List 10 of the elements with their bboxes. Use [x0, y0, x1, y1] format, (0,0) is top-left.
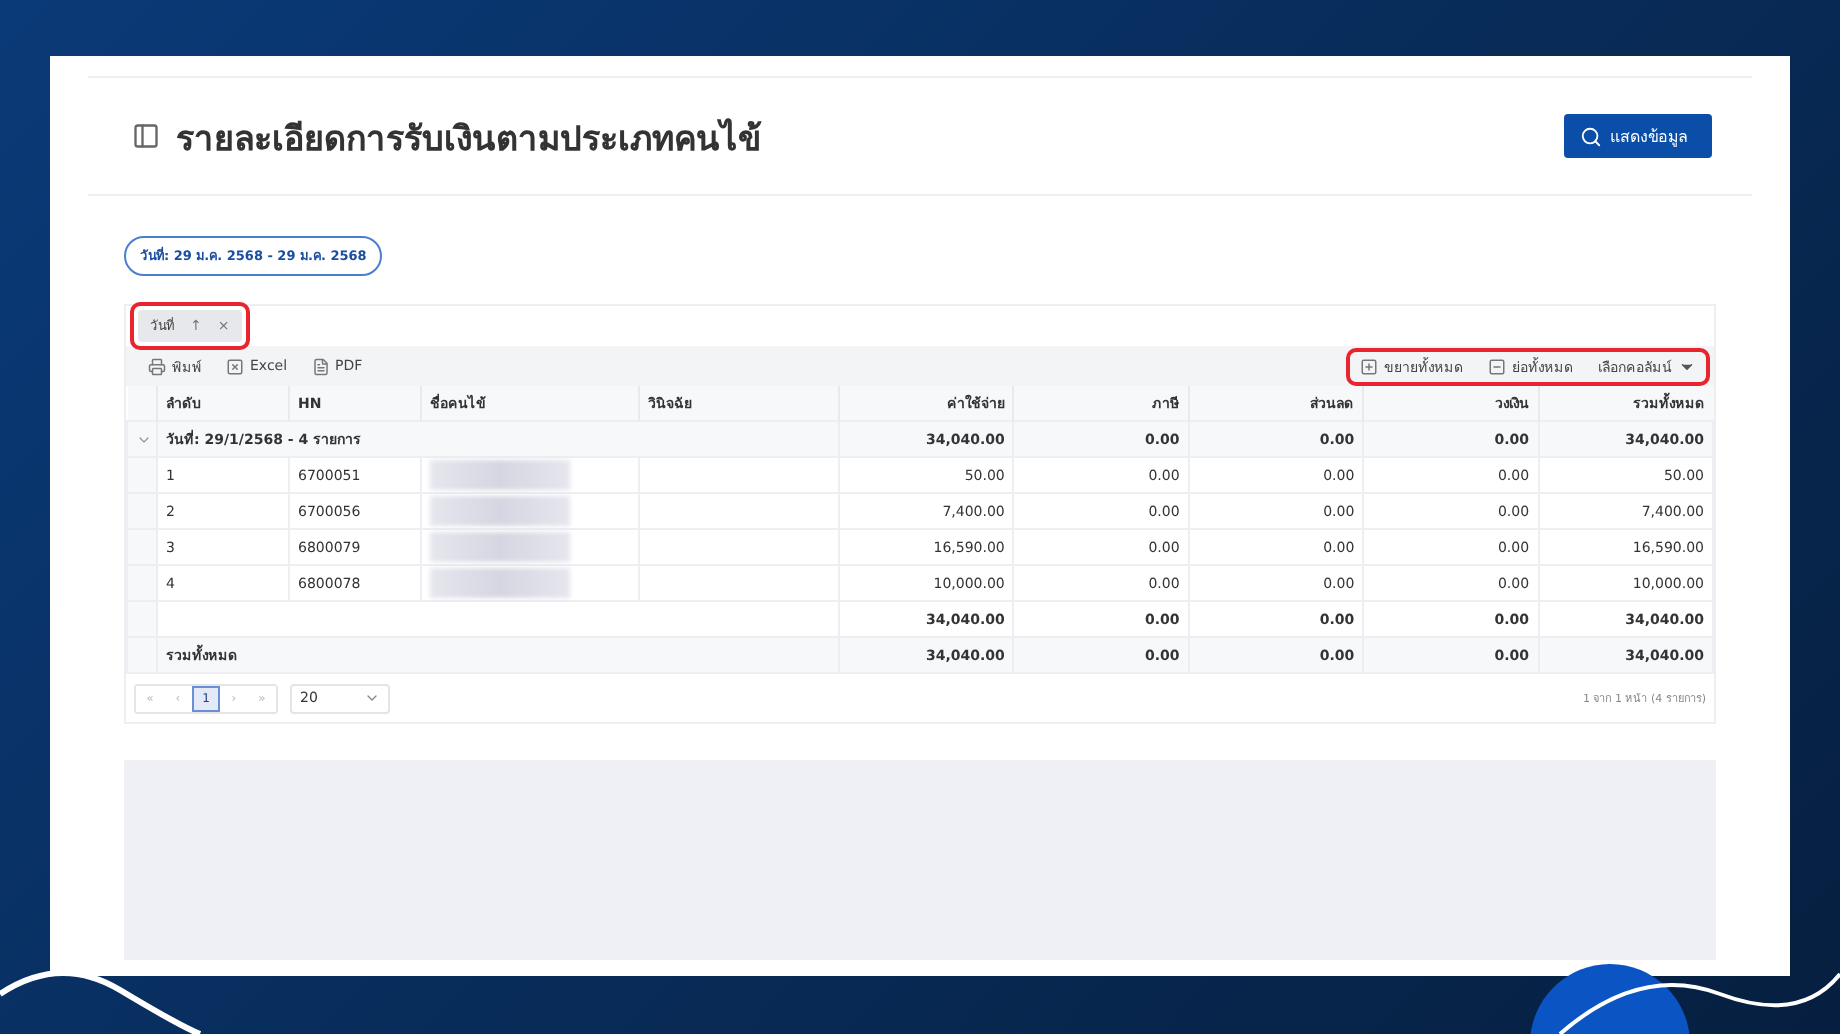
pdf-file-icon: [311, 357, 330, 375]
collapse-all-icon: [1488, 357, 1506, 375]
excel-file-icon: [226, 357, 244, 375]
chevron-icon: [364, 690, 380, 706]
search-icon: [1580, 125, 1602, 147]
page-title: รายละเอียดการรับเงินตามประเภทคนไข้: [176, 116, 762, 163]
show-data-button[interactable]: แสดงข้อมูล: [1564, 114, 1712, 158]
expand-all-icon: [1360, 357, 1378, 375]
sidebar-toggle-icon[interactable]: [132, 122, 160, 150]
print-icon: [148, 357, 166, 375]
